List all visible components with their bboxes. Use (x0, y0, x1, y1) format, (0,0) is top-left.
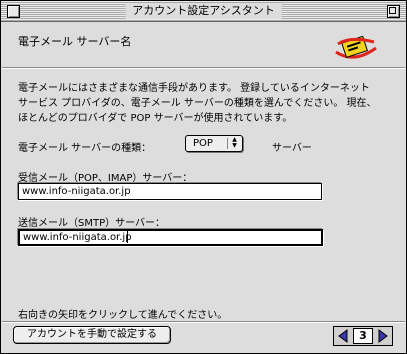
title-bar[interactable]: アカウント設定アシスタント (1, 1, 406, 22)
previous-arrow-icon[interactable] (335, 328, 351, 344)
incoming-server-label: 受信メール（POP、IMAP）サーバー： (18, 173, 193, 184)
footer-divider (2, 321, 405, 323)
incoming-server-field[interactable] (18, 183, 322, 200)
page-number: 3 (353, 328, 373, 344)
description-line: ほとんどのプロバイダで POP サーバーが使用されています。 (18, 113, 293, 124)
page-title: 電子メール サーバー名 (18, 35, 132, 48)
description-line: 電子メールにはさまざまな通信手段があります。 登録しているインターネット (18, 83, 370, 94)
server-type-suffix: サーバー (272, 143, 312, 154)
text-caret (127, 231, 128, 243)
outgoing-server-label: 送信メール（SMTP）サーバー： (18, 218, 166, 229)
instruction-text: 右向きの矢印をクリックして進んでください。 (18, 310, 228, 321)
header-divider (2, 67, 405, 69)
server-type-value: POP (193, 138, 213, 149)
window-title: アカウント設定アシスタント (125, 3, 282, 19)
description-line: サービス プロバイダの、電子メール サーバーの種類を選んでください。 現在、 (18, 98, 377, 109)
server-type-popup[interactable]: POP ▲ ▼ (185, 135, 243, 152)
updown-arrows-icon: ▲ ▼ (232, 136, 237, 149)
manual-setup-button[interactable]: アカウントを手動で設定する (13, 326, 171, 344)
description: 電子メールにはさまざまな通信手段があります。 登録しているインターネット サービ… (18, 81, 394, 126)
popup-divider (227, 138, 228, 149)
mail-icon (335, 35, 377, 59)
zoom-box[interactable] (387, 5, 400, 18)
next-arrow-icon[interactable] (375, 328, 391, 344)
server-type-label: 電子メール サーバーの種類： (18, 143, 152, 154)
close-box[interactable] (7, 5, 20, 18)
page-navigator: 3 (333, 326, 393, 346)
setup-assistant-window: アカウント設定アシスタント 電子メール サーバー名 電子メールにはさまざまな通信… (0, 0, 407, 354)
outgoing-server-field[interactable] (18, 229, 323, 246)
